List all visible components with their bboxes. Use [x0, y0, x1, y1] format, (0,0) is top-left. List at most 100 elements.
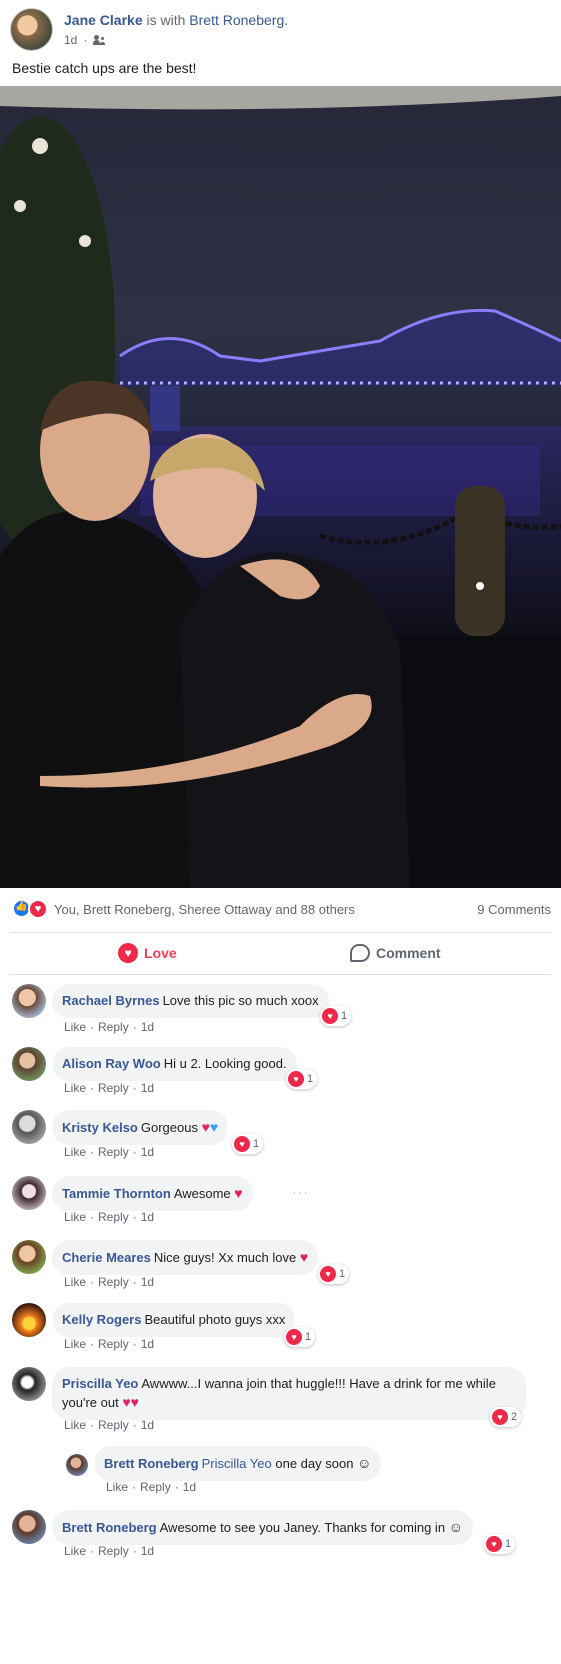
comment-bubble: Kelly Rogers Beautiful photo guys xxx — [52, 1303, 296, 1337]
like-link[interactable]: Like — [64, 1210, 86, 1224]
divider — [10, 974, 551, 975]
tagged-friend[interactable]: Brett Roneberg. — [189, 12, 288, 28]
love-label: Love — [144, 945, 177, 961]
smile-emoji: ☺ — [448, 1519, 463, 1535]
comment-time[interactable]: 1d — [141, 1081, 154, 1095]
reaction-names[interactable]: You, Brett Roneberg, Sheree Ottaway and … — [54, 902, 355, 917]
reaction-icons: ♥ — [12, 899, 50, 919]
post-time[interactable]: 1d — [64, 33, 77, 47]
comment-text: one day soon — [275, 1456, 354, 1471]
comment-reaction-badge[interactable]: ♥ 1 — [232, 1134, 264, 1154]
like-link[interactable]: Like — [64, 1337, 86, 1351]
comment-author[interactable]: Rachael Byrnes — [62, 993, 160, 1008]
dot-separator: · — [132, 1544, 137, 1558]
comment-meta: Like · Reply · 1d — [64, 1418, 154, 1432]
dot-separator: · — [90, 1145, 95, 1159]
comment-label: Comment — [376, 945, 441, 961]
comment-meta: Like · Reply · 1d — [106, 1480, 196, 1494]
reply-link[interactable]: Reply — [98, 1081, 129, 1095]
commenter-avatar[interactable] — [66, 1454, 88, 1476]
comments-count[interactable]: 9 Comments — [477, 902, 551, 917]
like-link[interactable]: Like — [64, 1544, 86, 1558]
comment-reaction-badge[interactable]: ♥ 1 — [284, 1327, 316, 1347]
dot-separator: · — [132, 1210, 137, 1224]
reactions-summary[interactable]: ♥ You, Brett Roneberg, Sheree Ottaway an… — [10, 898, 551, 920]
reply-link[interactable]: Reply — [98, 1418, 129, 1432]
dot-separator: · — [132, 1145, 137, 1159]
comment-author[interactable]: Priscilla Yeo — [62, 1376, 138, 1391]
commenter-avatar[interactable] — [12, 984, 46, 1018]
comment-text: Hi u 2. Looking good. — [163, 1056, 287, 1071]
friends-icon[interactable] — [93, 35, 106, 45]
comment-reaction-badge[interactable]: ♥ 1 — [318, 1264, 350, 1284]
author-avatar[interactable] — [10, 8, 53, 51]
comment-bubble: Rachael Byrnes Love this pic so much xoox — [52, 984, 329, 1018]
reply-link[interactable]: Reply — [98, 1145, 129, 1159]
comment-author[interactable]: Tammie Thornton — [62, 1186, 171, 1201]
comment-button[interactable]: Comment — [350, 940, 441, 966]
comment-time[interactable]: 1d — [141, 1145, 154, 1159]
dot-separator: · — [90, 1337, 95, 1351]
like-link[interactable]: Like — [64, 1081, 86, 1095]
dot-separator: · — [90, 1418, 95, 1432]
like-link[interactable]: Like — [64, 1275, 86, 1289]
dot-separator: · — [132, 1020, 137, 1034]
commenter-avatar[interactable] — [12, 1047, 46, 1081]
more-options-icon[interactable]: ··· — [292, 1184, 309, 1200]
comment-meta: Like · Reply · 1d — [64, 1081, 154, 1095]
heart-icon: ♥ — [286, 1329, 302, 1345]
comment-mention[interactable]: Priscilla Yeo — [202, 1456, 272, 1471]
dot-separator: · — [132, 1081, 137, 1095]
comment-meta: Like · Reply · 1d — [64, 1275, 154, 1289]
comment-text: Beautiful photo guys xxx — [144, 1312, 286, 1327]
commenter-avatar[interactable] — [12, 1303, 46, 1337]
reply-link[interactable]: Reply — [140, 1480, 171, 1494]
commenter-avatar[interactable] — [12, 1176, 46, 1210]
reply-link[interactable]: Reply — [98, 1275, 129, 1289]
reaction-count: 2 — [511, 1411, 518, 1423]
commenter-avatar[interactable] — [12, 1240, 46, 1274]
comment-meta: Like · Reply · 1d — [64, 1210, 154, 1224]
like-link[interactable]: Like — [106, 1480, 128, 1494]
commenter-avatar[interactable] — [12, 1510, 46, 1544]
comment-time[interactable]: 1d — [141, 1337, 154, 1351]
reply-link[interactable]: Reply — [98, 1544, 129, 1558]
commenter-avatar[interactable] — [12, 1367, 46, 1401]
comment-meta: Like · Reply · 1d — [64, 1145, 154, 1159]
photo-illustration — [0, 86, 561, 888]
reaction-count: 1 — [505, 1538, 512, 1550]
comment-author[interactable]: Brett Roneberg — [62, 1520, 157, 1535]
comment-reaction-badge[interactable]: ♥ 2 — [490, 1407, 522, 1427]
comment-author[interactable]: Kristy Kelso — [62, 1120, 138, 1135]
like-link[interactable]: Like — [64, 1145, 86, 1159]
with-text: is with — [146, 12, 186, 28]
comment-time[interactable]: 1d — [141, 1275, 154, 1289]
comment-text: Awesome — [173, 1186, 231, 1201]
comment-text: Love this pic so much xoox — [162, 993, 319, 1008]
comment-reaction-badge[interactable]: ♥ 1 — [286, 1069, 318, 1089]
like-link[interactable]: Like — [64, 1418, 86, 1432]
like-link[interactable]: Like — [64, 1020, 86, 1034]
comment-time[interactable]: 1d — [141, 1020, 154, 1034]
comment-meta: Like · Reply · 1d — [64, 1544, 154, 1558]
comment-reaction-badge[interactable]: ♥ 1 — [320, 1006, 352, 1026]
post-author-name[interactable]: Jane Clarke — [64, 12, 143, 28]
comment-time[interactable]: 1d — [141, 1418, 154, 1432]
reply-link[interactable]: Reply — [98, 1337, 129, 1351]
comment-time[interactable]: 1d — [141, 1544, 154, 1558]
reply-link[interactable]: Reply — [98, 1210, 129, 1224]
love-button[interactable]: ♥ Love — [118, 940, 177, 966]
reply-link[interactable]: Reply — [98, 1020, 129, 1034]
comment-reaction-badge[interactable]: ♥ 1 — [484, 1534, 516, 1554]
comment-meta: Like · Reply · 1d — [64, 1337, 154, 1351]
comment-time[interactable]: 1d — [141, 1210, 154, 1224]
comment-author[interactable]: Alison Ray Woo — [62, 1056, 161, 1071]
comment-text: Awesome to see you Janey. Thanks for com… — [159, 1520, 446, 1535]
post-photo[interactable] — [0, 86, 561, 888]
commenter-avatar[interactable] — [12, 1110, 46, 1144]
comment-author[interactable]: Brett Roneberg — [104, 1456, 199, 1471]
comment-author[interactable]: Kelly Rogers — [62, 1312, 141, 1327]
comment-time[interactable]: 1d — [183, 1480, 196, 1494]
comment-author[interactable]: Cherie Meares — [62, 1250, 151, 1265]
post-actions: ♥ Love Comment — [10, 932, 551, 974]
